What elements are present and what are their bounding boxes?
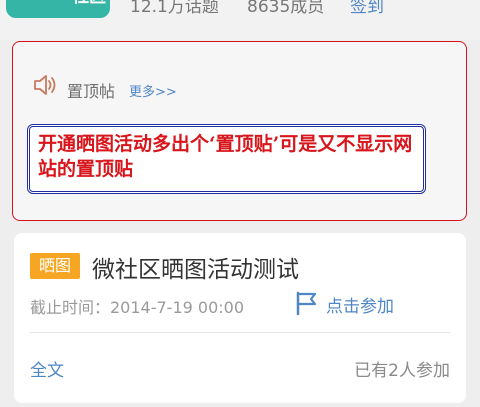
participant-count: 已有2人参加 [354,361,450,381]
flag-icon[interactable] [294,290,320,320]
deadline-text: 截止时间：2014-7-19 00:00 [30,298,245,317]
category-badge: 晒图 [30,253,80,279]
community-logo[interactable]: 社区 [4,0,112,20]
top-bar: 社区 12.1万话题 8635成员 签到 [0,0,480,40]
signin-button[interactable]: 签到 [350,0,384,17]
sticky-title: 置顶帖 [67,82,116,101]
more-link[interactable]: 更多>> [129,81,177,100]
logo-text: 社区 [72,0,106,7]
join-button[interactable]: 点击参加 [326,292,394,317]
fulltext-link[interactable]: 全文 [30,356,64,381]
speaker-icon [33,74,59,100]
annotation-box: 开通晒图活动多出个‘置顶贴’可是又不显示网站的置顶贴 [27,124,426,194]
sticky-posts-card: 置顶帖 更多>> 开通晒图活动多出个‘置顶贴’可是又不显示网站的置顶贴 [12,41,467,221]
member-count: 8635成员 [247,0,325,17]
topic-count: 12.1万话题 [130,0,219,17]
annotation-text: 开通晒图活动多出个‘置顶贴’可是又不显示网站的置顶贴 [38,133,413,180]
activity-title[interactable]: 微社区晒图活动测试 [92,250,299,284]
divider [30,332,450,333]
activity-card[interactable]: 晒图 微社区晒图活动测试 截止时间：2014-7-19 00:00 点击参加 全… [14,233,466,403]
